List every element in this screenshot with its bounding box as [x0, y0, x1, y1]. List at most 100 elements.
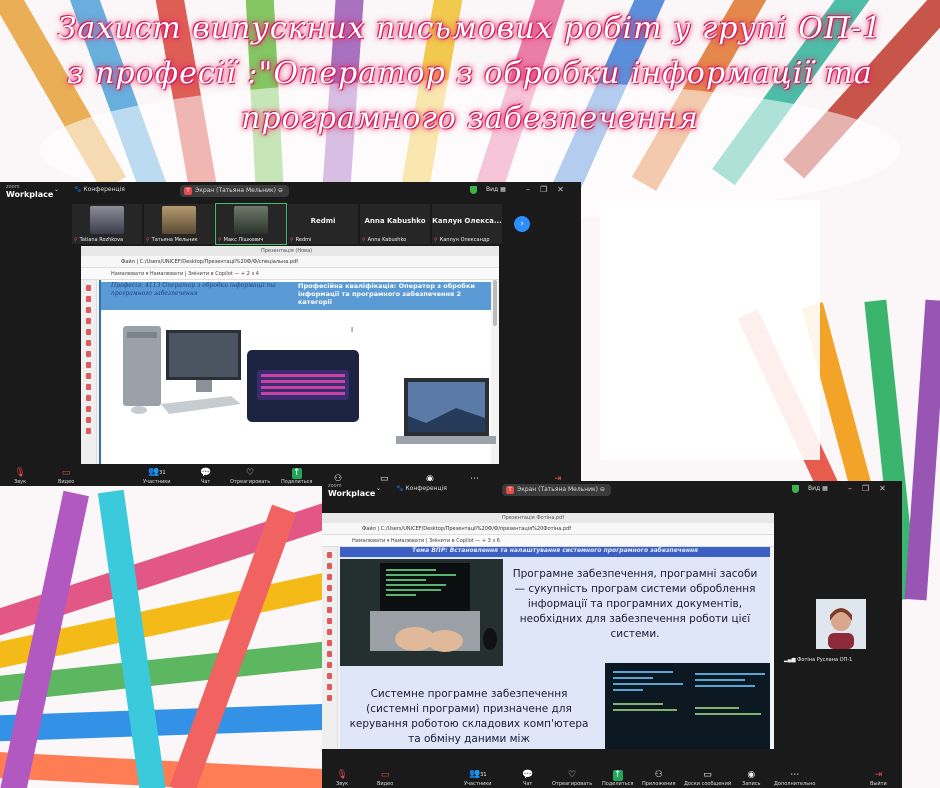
whiteboard-icon: ▭: [703, 770, 712, 780]
participant-tile[interactable]: ⚲ Tatiana Rozhkova: [72, 204, 142, 244]
video-off-icon: ▭: [61, 468, 71, 478]
pdf-toolbar[interactable]: Намалювати ▾ Намалювати | Змінити в Copi…: [81, 268, 499, 280]
title-line-2: з професії :"Оператор з обробки інформац…: [67, 56, 873, 91]
participants-icon: 👥31: [147, 467, 166, 477]
participant-photo: [162, 206, 196, 234]
laptop-typing-photo: [340, 559, 503, 666]
participant-tile[interactable]: Каплун Олекса... ⚲ Каплун Олександр: [432, 204, 502, 244]
zoom-titlebar: zoom Workplace ⌄ 🐾 Конференція T Экран (Т…: [0, 182, 581, 200]
mic-muted-icon: ⚲: [362, 237, 366, 243]
code-screen-photo: [605, 663, 770, 749]
slide-topic-band: Тема ВПР: Встановлення та налаштування с…: [340, 547, 770, 557]
video-button[interactable]: ▭ Видео: [377, 770, 393, 787]
react-button[interactable]: ♡ Отреагировать: [230, 468, 270, 485]
title-line-3: програмного забезпечення: [241, 101, 699, 136]
signal-icon: ▂▄▆: [784, 657, 798, 663]
view-menu[interactable]: Вид ▦: [808, 485, 828, 492]
pdf-viewer-browser: Презентація (Нова) Файл | C:/Users/UNICE…: [81, 246, 499, 464]
chevron-down-icon[interactable]: ⌄: [54, 186, 59, 193]
participant-name: ▂▄▆ Фотіна Руслана ОП-1: [784, 657, 853, 663]
more-button[interactable]: ⋯ Дополнительно: [774, 770, 815, 787]
chat-icon: 💬: [522, 770, 534, 780]
slide-system-software-text: Системне програмне забезпечення (системн…: [349, 688, 589, 745]
mic-muted-icon: 🎙: [336, 770, 348, 780]
conference-menu[interactable]: 🐾 Конференція: [396, 485, 447, 492]
mic-muted-icon: 🎙: [14, 468, 26, 478]
screen-share-pill[interactable]: T Экран (Татьяна Мельник) ⊖: [502, 484, 611, 496]
participant-tile-active[interactable]: ⚲ Макс Лішкевич: [215, 203, 287, 245]
address-bar[interactable]: Файл | C:/Users/UNICEF/Desktop/Презентац…: [81, 256, 499, 268]
video-button[interactable]: ▭ Видео: [58, 468, 74, 485]
address-bar[interactable]: Файл | C:/Users/UNICEF/Desktop/Презентац…: [322, 523, 774, 535]
window-controls[interactable]: –❐✕: [526, 185, 574, 194]
screen-share-pill[interactable]: T Экран (Татьяна Мельник) ⊖: [180, 185, 289, 197]
zoom-window-1: zoom Workplace ⌄ 🐾 Конференція T Экран (Т…: [0, 182, 581, 486]
mic-muted-icon: ⚲: [74, 237, 78, 243]
text-cursor: I: [351, 326, 354, 334]
pdf-sidebar: [81, 280, 97, 464]
pdf-slide: Тема ВПР: Встановлення та налаштування с…: [340, 547, 770, 749]
page-title: Захист випускних письмових робіт у групі…: [0, 6, 940, 141]
view-menu[interactable]: Вид ▦: [486, 186, 506, 193]
security-shield-icon[interactable]: [470, 186, 477, 194]
react-button[interactable]: ♡ Отреагировать: [552, 770, 592, 787]
pdf-toolbar[interactable]: Намалювати ▾ Намалювати | Змінити в Copi…: [322, 535, 774, 547]
next-participants-button[interactable]: ›: [514, 216, 530, 232]
share-button[interactable]: ↑ Поделиться: [602, 770, 633, 787]
mic-muted-icon: ⚲: [218, 237, 222, 243]
chat-button[interactable]: 💬 Чат: [522, 770, 533, 787]
participants-icon: 👥31: [468, 769, 487, 779]
chat-button[interactable]: 💬 Чат: [200, 468, 211, 485]
zoom-titlebar: zoom Workplace ⌄ 🐾 Конференція T Экран (Т…: [322, 481, 902, 499]
participant-tile[interactable]: Anna Kabushko ⚲ Anna Kabushko: [360, 204, 430, 244]
participant-photo: [90, 206, 124, 234]
zoom-logo: zoom Workplace: [328, 483, 376, 498]
browser-tab-title[interactable]: Презентація Фотіна.pdf: [322, 513, 774, 523]
participant-tile[interactable]: Redmi ⚲ Redmi: [288, 204, 358, 244]
pdf-sidebar: [322, 547, 338, 749]
chevron-down-icon[interactable]: ⌄: [376, 485, 381, 492]
scrollbar[interactable]: [493, 280, 497, 326]
mic-muted-icon: ⚲: [434, 237, 438, 243]
conference-menu[interactable]: 🐾 Конференція: [74, 186, 125, 193]
apps-button[interactable]: ⚇ Приложения: [642, 770, 676, 787]
more-icon: ⋯: [790, 770, 800, 780]
participants-button[interactable]: 👥31 Участники: [143, 467, 171, 485]
audio-button[interactable]: 🎙 Звук: [14, 468, 26, 485]
participant-strip: ⚲ Tatiana Rozhkova ⚲ Татьяна Мельник ⚲ Макс…: [72, 203, 502, 246]
title-line-1: Захист випускних письмових робіт у групі…: [57, 11, 883, 46]
zoom-window-2: zoom Workplace ⌄ 🐾 Конференція T Экран (Т…: [322, 481, 902, 788]
avatar: T: [184, 187, 192, 195]
desktop-computer-image: [123, 326, 241, 414]
participant-video[interactable]: [816, 599, 866, 649]
browser-tab-title[interactable]: Презентація (Нова): [81, 246, 499, 256]
participant-photo: [816, 599, 866, 649]
zoom-control-bar: 🎙 Звук ▭ Видео 👥31 Участники 💬 Чат ♡ Отреагир…: [322, 766, 902, 788]
video-off-icon: ▭: [380, 770, 390, 780]
chat-icon: 💬: [200, 468, 212, 478]
leave-icon: ⇥: [874, 770, 883, 780]
share-icon: ↑: [291, 468, 302, 479]
avatar: T: [506, 486, 514, 494]
leave-button[interactable]: ⇥ Выйти: [870, 770, 887, 787]
zoom-logo: zoom Workplace: [6, 184, 54, 199]
participant-photo: [234, 206, 268, 234]
participant-tile[interactable]: ⚲ Татьяна Мельник: [144, 204, 214, 244]
record-button[interactable]: ◉ Запись: [742, 770, 760, 787]
qualification-text: Професійна кваліфікація: Оператор з обро…: [298, 282, 475, 306]
participants-button[interactable]: 👥31 Участники: [464, 769, 492, 787]
mic-muted-icon: ⚲: [290, 237, 294, 243]
security-shield-icon[interactable]: [792, 485, 799, 493]
gaming-keyboard-image: [247, 350, 359, 422]
react-icon: ♡: [246, 468, 255, 478]
window-controls[interactable]: –❐✕: [848, 484, 896, 493]
slide-definition-text: Програмне забезпечення, програмні засоби…: [512, 568, 758, 640]
share-button[interactable]: ↑ Поделиться: [281, 468, 312, 485]
audio-button[interactable]: 🎙 Звук: [336, 770, 348, 787]
share-icon: ↑: [612, 770, 623, 781]
profession-text: Професія: 4113 Оператор з обробки інформ…: [111, 282, 276, 297]
react-icon: ♡: [568, 770, 577, 780]
whiteboard-button[interactable]: ▭ Доски сообщений: [684, 770, 731, 787]
apps-icon: ⚇: [654, 770, 663, 780]
pdf-page: Професія: 4113 Оператор з обробки інформ…: [99, 280, 496, 464]
